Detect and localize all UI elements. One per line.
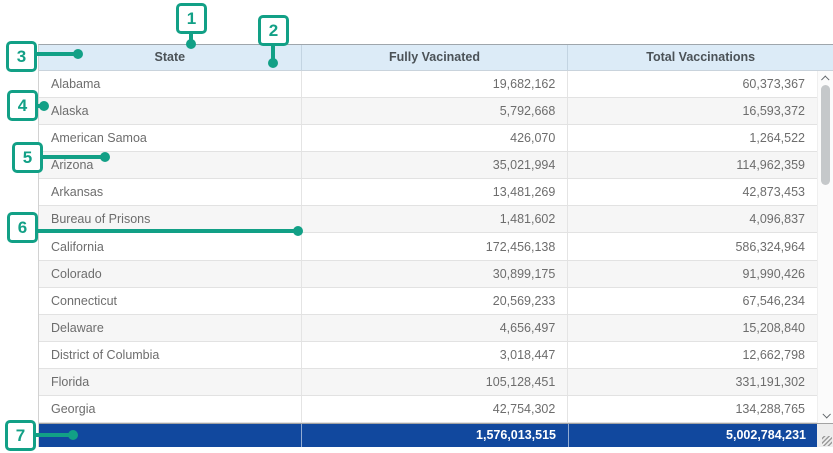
callout-4-anchor-dot xyxy=(39,101,49,111)
table-row[interactable]: Colorado30,899,17591,990,426 xyxy=(39,261,817,288)
summary-total-vaccinations: 5,002,784,231 xyxy=(568,424,818,447)
callout-5-anchor-dot xyxy=(100,152,110,162)
callout-5-badge: 5 xyxy=(12,142,43,173)
table-header-row: State Fully Vacinated Total Vaccinations xyxy=(39,45,833,71)
cell-state: Alaska xyxy=(39,98,301,124)
scrollbar-thumb[interactable] xyxy=(821,85,830,185)
cell-state: Arkansas xyxy=(39,179,301,205)
cell-total: 331,191,302 xyxy=(567,369,817,395)
table-row[interactable]: District of Columbia3,018,44712,662,798 xyxy=(39,342,817,369)
cell-total: 134,288,765 xyxy=(567,396,817,422)
cell-state: Delaware xyxy=(39,315,301,341)
table-row[interactable]: Connecticut20,569,23367,546,234 xyxy=(39,288,817,315)
summary-fully-vaccinated: 1,576,013,515 xyxy=(301,424,568,447)
cell-total: 586,324,964 xyxy=(567,233,817,259)
table-row[interactable]: California172,456,138586,324,964 xyxy=(39,233,817,260)
cell-fully: 5,792,668 xyxy=(301,98,568,124)
callout-7-badge: 7 xyxy=(5,420,36,451)
table-row[interactable]: Georgia42,754,302134,288,765 xyxy=(39,396,817,423)
cell-fully: 19,682,162 xyxy=(301,71,568,97)
cell-state: Colorado xyxy=(39,261,301,287)
cell-total: 12,662,798 xyxy=(567,342,817,368)
cell-total: 4,096,837 xyxy=(567,206,817,232)
cell-state: Georgia xyxy=(39,396,301,422)
callout-7-anchor-dot xyxy=(68,430,78,440)
table-row[interactable]: Alabama19,682,16260,373,367 xyxy=(39,71,817,98)
callout-1-badge: 1 xyxy=(176,3,207,34)
callout-2-badge: 2 xyxy=(258,15,289,46)
callout-6-badge: 6 xyxy=(7,212,38,243)
cell-state: Alabama xyxy=(39,71,301,97)
scroll-up-button[interactable] xyxy=(818,73,833,85)
cell-fully: 1,481,602 xyxy=(301,206,568,232)
table-row[interactable]: Arkansas13,481,26942,873,453 xyxy=(39,179,817,206)
cell-state: California xyxy=(39,233,301,259)
cell-total: 42,873,453 xyxy=(567,179,817,205)
table-row[interactable]: Arizona35,021,994114,962,359 xyxy=(39,152,817,179)
cell-fully: 426,070 xyxy=(301,125,568,151)
cell-fully: 20,569,233 xyxy=(301,288,568,314)
cell-fully: 105,128,451 xyxy=(301,369,568,395)
callout-4-badge: 4 xyxy=(7,90,38,121)
cell-total: 15,208,840 xyxy=(567,315,817,341)
table-row[interactable]: American Samoa426,0701,264,522 xyxy=(39,125,817,152)
column-header-fully-vaccinated[interactable]: Fully Vacinated xyxy=(301,45,568,70)
cell-total: 91,990,426 xyxy=(567,261,817,287)
table-widget: State Fully Vacinated Total Vaccinations… xyxy=(38,44,833,447)
column-header-total-vaccinations[interactable]: Total Vaccinations xyxy=(567,45,833,70)
callout-5-connector-line xyxy=(42,155,105,159)
cell-total: 1,264,522 xyxy=(567,125,817,151)
vertical-scrollbar[interactable] xyxy=(817,71,833,423)
callout-3-badge: 3 xyxy=(6,41,37,72)
callout-1-anchor-dot xyxy=(186,39,196,49)
cell-state: District of Columbia xyxy=(39,342,301,368)
cell-state: American Samoa xyxy=(39,125,301,151)
table-row[interactable]: Delaware4,656,49715,208,840 xyxy=(39,315,817,342)
cell-total: 60,373,367 xyxy=(567,71,817,97)
cell-fully: 3,018,447 xyxy=(301,342,568,368)
table-body: Alabama19,682,16260,373,367Alaska5,792,6… xyxy=(39,71,833,423)
scrollbar-corner xyxy=(817,424,833,447)
resize-grip-icon[interactable] xyxy=(822,436,832,446)
table-summary-row: 1,576,013,515 5,002,784,231 xyxy=(39,423,833,447)
cell-total: 114,962,359 xyxy=(567,152,817,178)
cell-fully: 30,899,175 xyxy=(301,261,568,287)
cell-fully: 4,656,497 xyxy=(301,315,568,341)
chevron-up-icon xyxy=(821,75,829,83)
cell-state: Florida xyxy=(39,369,301,395)
callout-2-anchor-dot xyxy=(268,58,278,68)
table-row[interactable]: Florida105,128,451331,191,302 xyxy=(39,369,817,396)
cell-state: Connecticut xyxy=(39,288,301,314)
callout-6-connector-line xyxy=(36,229,298,233)
cell-fully: 172,456,138 xyxy=(301,233,568,259)
summary-state-cell xyxy=(39,424,301,447)
table-rows: Alabama19,682,16260,373,367Alaska5,792,6… xyxy=(39,71,817,423)
vaccination-table-screenshot: State Fully Vacinated Total Vaccinations… xyxy=(0,0,833,453)
cell-total: 16,593,372 xyxy=(567,98,817,124)
scroll-down-button[interactable] xyxy=(818,409,833,421)
callout-6-anchor-dot xyxy=(293,226,303,236)
cell-fully: 35,021,994 xyxy=(301,152,568,178)
cell-fully: 42,754,302 xyxy=(301,396,568,422)
table-row[interactable]: Alaska5,792,66816,593,372 xyxy=(39,98,817,125)
cell-total: 67,546,234 xyxy=(567,288,817,314)
chevron-down-icon xyxy=(822,410,830,418)
callout-3-connector-line xyxy=(36,52,78,56)
cell-fully: 13,481,269 xyxy=(301,179,568,205)
callout-3-anchor-dot xyxy=(73,49,83,59)
